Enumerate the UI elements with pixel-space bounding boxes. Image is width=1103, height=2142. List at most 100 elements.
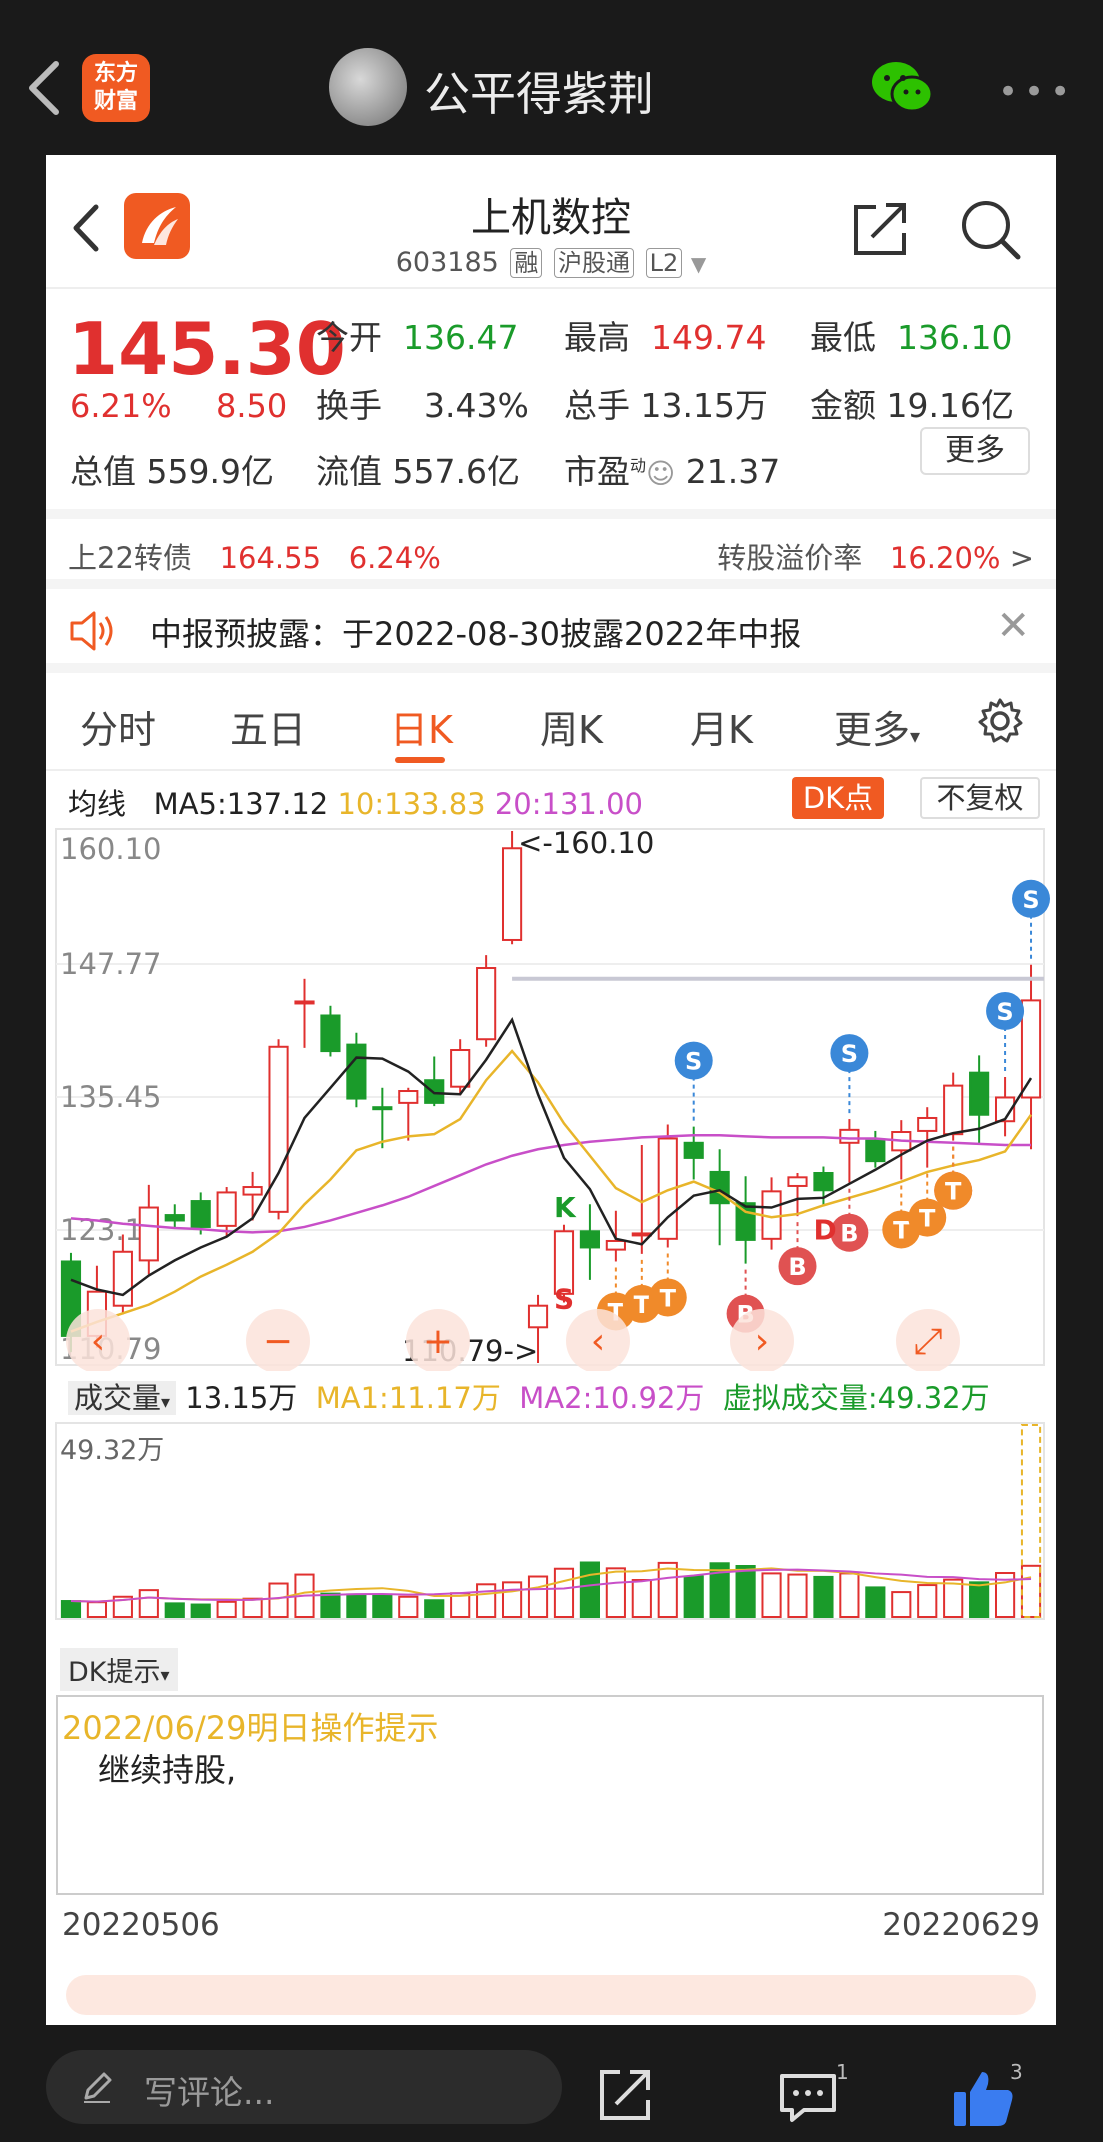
- low-item: 最低 136.10: [810, 311, 1012, 359]
- candle-body: [476, 967, 497, 1041]
- volume-bar: [943, 1578, 964, 1618]
- candle-body: [683, 1141, 704, 1159]
- signal-label: T: [919, 1205, 936, 1233]
- volume-bar: [527, 1575, 549, 1618]
- promo-banner[interactable]: [66, 1975, 1036, 2015]
- zoom-out-icon[interactable]: −: [246, 1309, 310, 1371]
- signal-label: S: [1022, 886, 1039, 914]
- dk-selector[interactable]: DK提示▾: [60, 1648, 178, 1691]
- candle-body: [138, 1206, 159, 1262]
- brand-logo[interactable]: 东方 财富: [82, 54, 150, 122]
- fullscreen-icon[interactable]: ⤢: [896, 1309, 960, 1371]
- volume-ma1: MA1:11.17万: [315, 1381, 501, 1415]
- comment-input[interactable]: 写评论...: [46, 2050, 562, 2124]
- dropdown-arrow-icon: ▾: [160, 1665, 170, 1686]
- wechat-icon[interactable]: [870, 60, 934, 116]
- tab-more[interactable]: 更多▾: [834, 699, 920, 754]
- comment-count-icon[interactable]: [778, 2070, 838, 2124]
- candle-body: [969, 1071, 990, 1116]
- candle-body: [320, 1014, 341, 1053]
- pe-dynamic-sup: 动: [630, 456, 647, 475]
- candle-body: [943, 1084, 964, 1136]
- turnover-label: 换手: [316, 386, 382, 425]
- tag-l2[interactable]: L2: [645, 248, 683, 278]
- convertible-bond-row[interactable]: 上22转债 164.55 6.24% 转股溢价率 16.20% >: [46, 509, 1056, 579]
- volume-bar: [605, 1567, 626, 1618]
- volume-bar: [735, 1565, 756, 1618]
- volume-selector[interactable]: 成交量▾: [68, 1381, 177, 1415]
- chevron-down-icon[interactable]: ▼: [691, 252, 706, 276]
- tab-intraday[interactable]: 分时: [80, 699, 156, 754]
- candle-body: [216, 1191, 237, 1227]
- amount-value: 19.16亿: [886, 386, 1014, 425]
- volume-bar: [683, 1575, 704, 1618]
- share-icon[interactable]: [852, 201, 910, 257]
- zoom-in-icon-glyph: +: [423, 1321, 453, 1362]
- more-button[interactable]: 更多: [920, 427, 1030, 475]
- y-axis-label: 160.10: [60, 832, 161, 866]
- next-candle-icon[interactable]: ›: [730, 1309, 794, 1371]
- candle-body: [450, 1049, 471, 1088]
- signal-label: T: [634, 1291, 651, 1319]
- low-label: 最低: [810, 318, 876, 357]
- premium-value: 16.20%: [889, 541, 1001, 575]
- signal-label: B: [840, 1220, 858, 1248]
- avatar[interactable]: [329, 48, 407, 126]
- volume-bar: [553, 1567, 575, 1618]
- candle-body: [112, 1250, 133, 1307]
- volume-bar: [424, 1599, 445, 1619]
- float-value: 557.6亿: [392, 452, 520, 491]
- back-arrow-icon[interactable]: [24, 58, 64, 118]
- notice-bar[interactable]: 中报预披露：于2022-08-30披露2022年中报 ✕: [46, 579, 1056, 673]
- tab-weekly-k[interactable]: 周K: [540, 699, 603, 754]
- y-axis-label: 147.77: [60, 947, 161, 981]
- author-name[interactable]: 公平得紫荆: [424, 58, 654, 124]
- y-axis-label: 135.45: [60, 1080, 161, 1114]
- volume-bar: [865, 1586, 886, 1618]
- search-icon[interactable]: [958, 197, 1022, 261]
- high-price-label: <-160.10: [518, 826, 654, 860]
- candle-body: [865, 1139, 886, 1163]
- volume-bar: [1020, 1564, 1042, 1618]
- scroll-left-icon[interactable]: ‹: [66, 1309, 130, 1371]
- high-value: 149.74: [650, 318, 767, 357]
- share-icon[interactable]: [598, 2068, 652, 2122]
- prev-candle-icon[interactable]: ‹: [566, 1309, 630, 1371]
- volume-bar: [631, 1579, 652, 1618]
- kline-chart-area: 均线 MA5:137.12 10:133.83 20:131.00 DK点 不复…: [46, 771, 1056, 2015]
- candle-body: [839, 1128, 860, 1144]
- zoom-out-icon-glyph: −: [263, 1321, 293, 1362]
- tab-five-day[interactable]: 五日: [230, 699, 306, 754]
- dk-hint-advice: 继续持股,: [98, 1751, 237, 1789]
- tab-monthly-k[interactable]: 月K: [690, 699, 753, 754]
- volume-bar: [242, 1597, 263, 1618]
- kline-chart[interactable]: 160.10147.77135.45123.12110.79 SSSSBBBBT…: [46, 771, 1056, 1371]
- smiley-icon[interactable]: ☺: [646, 457, 675, 490]
- next-candle-icon-glyph: ›: [755, 1321, 769, 1362]
- volume-bar: [839, 1572, 860, 1619]
- volume-bar: [164, 1602, 185, 1618]
- volume-bar: [60, 1600, 82, 1618]
- signal-label: T: [893, 1216, 910, 1244]
- candle-body: [579, 1230, 601, 1249]
- speaker-icon: [70, 611, 113, 651]
- close-icon[interactable]: ✕: [996, 603, 1030, 649]
- signal-label: S: [841, 1040, 858, 1068]
- turnover-value: 3.43%: [423, 386, 529, 425]
- open-item: 今开 136.47: [316, 311, 518, 359]
- bond-price: 164.55: [219, 541, 322, 575]
- mcap-label: 总值: [70, 452, 136, 491]
- volume-ma2-line: [70, 1568, 1032, 1603]
- volume-bar: [969, 1581, 990, 1618]
- zoom-in-icon[interactable]: +: [406, 1309, 470, 1371]
- volume-bar: [579, 1561, 601, 1618]
- volume-chart[interactable]: 49.32万: [46, 1421, 1056, 1631]
- dk-hint-box: 2022/06/29明日操作提示 继续持股,: [56, 1695, 1044, 1895]
- dropdown-arrow-icon: ▾: [161, 1392, 171, 1413]
- start-date: 20220506: [62, 1907, 220, 1943]
- tab-daily-k[interactable]: 日K: [390, 699, 453, 754]
- low-value: 136.10: [896, 318, 1013, 357]
- gear-icon[interactable]: [976, 697, 1024, 745]
- thumbs-up-icon[interactable]: [952, 2068, 1016, 2128]
- more-options-icon[interactable]: •••: [998, 72, 1076, 112]
